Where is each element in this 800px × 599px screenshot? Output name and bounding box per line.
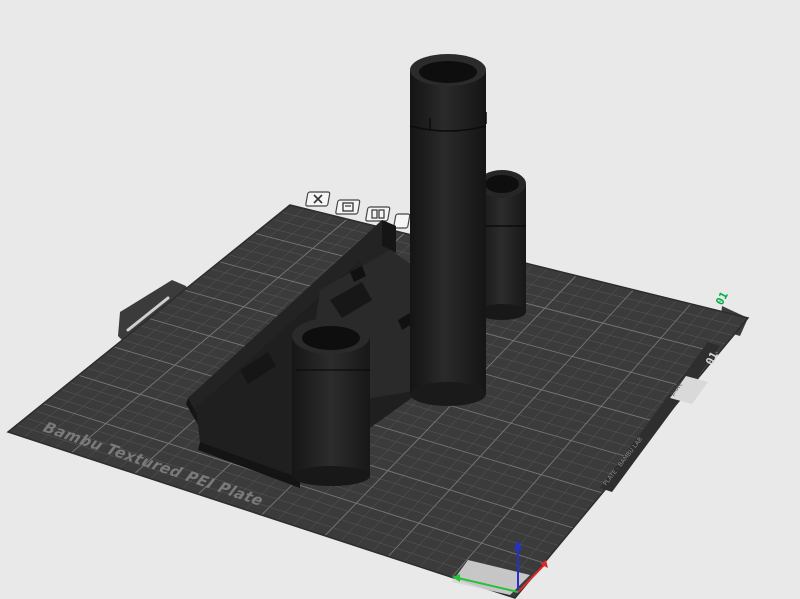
auto-orient-icon[interactable] bbox=[335, 199, 361, 215]
plate-number: 01 bbox=[713, 289, 731, 307]
arrange-icon[interactable] bbox=[365, 206, 391, 222]
scene-canvas[interactable]: plate PLATE · BAMBU LAB Bambu Textured P… bbox=[0, 0, 800, 599]
model-front-column bbox=[292, 318, 370, 486]
3d-viewport[interactable]: plate PLATE · BAMBU LAB Bambu Textured P… bbox=[0, 0, 800, 599]
model-tall-column bbox=[409, 54, 487, 406]
close-icon[interactable] bbox=[305, 191, 331, 207]
lock-icon[interactable] bbox=[393, 213, 411, 229]
